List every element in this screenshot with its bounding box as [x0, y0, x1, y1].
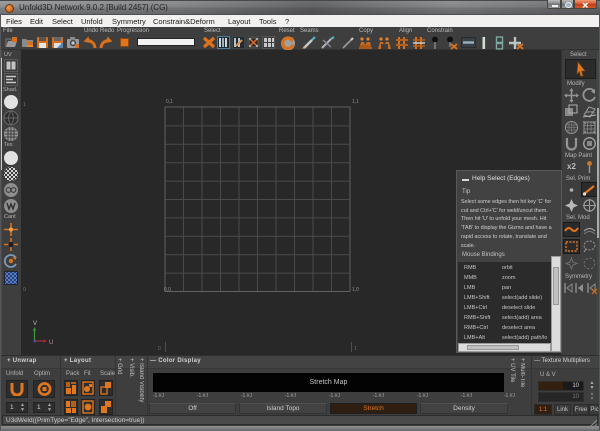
svg-text:V: V	[33, 321, 37, 327]
svg-text:U: U	[49, 340, 53, 346]
